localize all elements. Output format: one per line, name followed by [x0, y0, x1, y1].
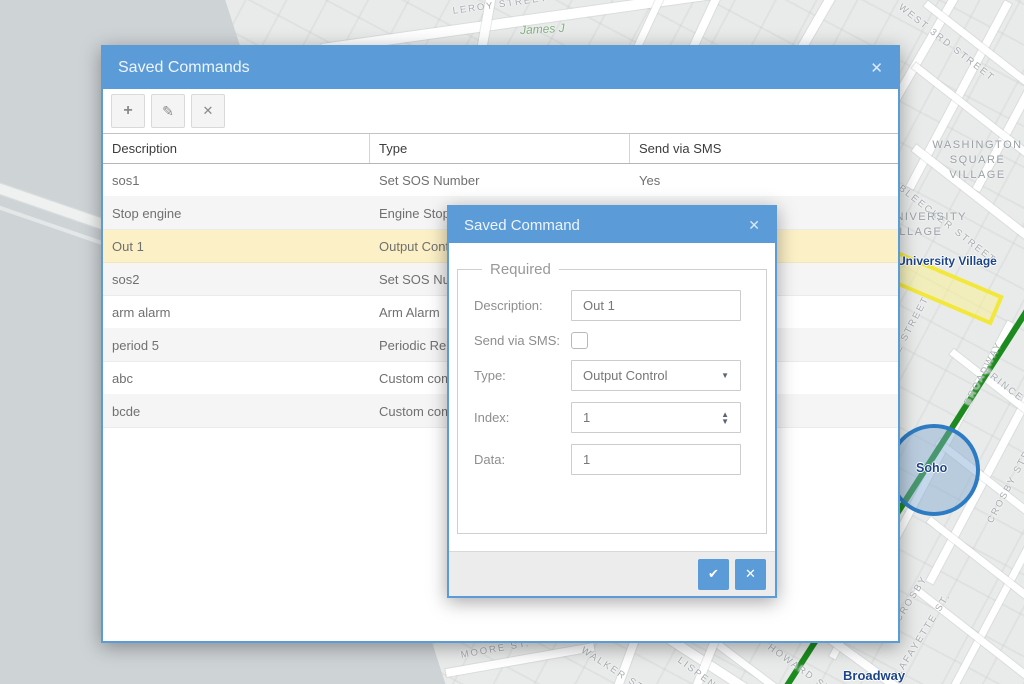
- chevron-down-icon: ▼: [721, 371, 729, 380]
- column-header-sms[interactable]: Send via SMS: [630, 134, 898, 163]
- cell-description: sos2: [103, 272, 370, 287]
- edit-command-button[interactable]: ✎: [151, 94, 185, 128]
- cell-description: arm alarm: [103, 305, 370, 320]
- place-label-university-village: University Village: [897, 254, 997, 268]
- pencil-icon: ✎: [162, 103, 174, 120]
- type-select[interactable]: Output Control ▼: [571, 360, 741, 391]
- close-icon: ✕: [745, 566, 756, 582]
- description-row: Description:: [474, 290, 750, 321]
- place-label-soho: Soho: [916, 461, 947, 475]
- cancel-button[interactable]: ✕: [735, 559, 766, 590]
- cell-type: Set SOS Number: [370, 173, 630, 188]
- close-icon[interactable]: ✕: [870, 59, 883, 77]
- column-header-description[interactable]: Description: [103, 134, 370, 163]
- confirm-button[interactable]: ✔: [698, 559, 729, 590]
- delete-icon: ✕: [203, 103, 214, 119]
- saved-commands-header[interactable]: Saved Commands ✕: [103, 47, 898, 89]
- area-label-washington-square-village: WASHINGTONSQUAREVILLAGE: [920, 138, 1024, 183]
- cell-description: Out 1: [103, 239, 370, 254]
- close-icon[interactable]: ✕: [748, 217, 760, 234]
- type-select-value: Output Control: [583, 368, 668, 383]
- cell-description: period 5: [103, 338, 370, 353]
- fieldset-legend: Required: [482, 261, 559, 278]
- send-via-sms-row: Send via SMS:: [474, 332, 750, 349]
- index-label: Index:: [474, 410, 571, 425]
- saved-command-footer: ✔ ✕: [449, 551, 775, 596]
- type-row: Type: Output Control ▼: [474, 360, 750, 391]
- cell-description: abc: [103, 371, 370, 386]
- index-stepper[interactable]: 1 ▲ ▼: [571, 402, 741, 433]
- type-label: Type:: [474, 368, 571, 383]
- plus-icon: +: [123, 102, 132, 120]
- index-value: 1: [583, 410, 590, 425]
- data-input[interactable]: [571, 444, 741, 475]
- check-icon: ✔: [708, 566, 719, 582]
- dialog-title: Saved Commands: [118, 59, 250, 77]
- table-row[interactable]: sos1 Set SOS Number Yes: [103, 164, 898, 197]
- saved-command-dialog: Saved Command ✕ Required Description: Se…: [447, 205, 777, 598]
- arrow-down-icon[interactable]: ▼: [721, 418, 729, 425]
- cell-sms: Yes: [630, 173, 898, 188]
- commands-toolbar: + ✎ ✕: [103, 89, 898, 133]
- required-fieldset: Required Description: Send via SMS: Type…: [457, 261, 767, 534]
- send-via-sms-label: Send via SMS:: [474, 333, 571, 348]
- place-label-broadway: Broadway: [843, 668, 905, 683]
- add-command-button[interactable]: +: [111, 94, 145, 128]
- index-row: Index: 1 ▲ ▼: [474, 402, 750, 433]
- park-label: James J: [520, 21, 565, 37]
- description-input[interactable]: [571, 290, 741, 321]
- delete-command-button[interactable]: ✕: [191, 94, 225, 128]
- column-header-type[interactable]: Type: [370, 134, 630, 163]
- cell-description: Stop engine: [103, 206, 370, 221]
- dialog-title: Saved Command: [464, 217, 580, 234]
- saved-command-header[interactable]: Saved Command ✕: [449, 207, 775, 243]
- stepper-arrows[interactable]: ▲ ▼: [721, 411, 729, 425]
- map-road: [914, 587, 1024, 684]
- description-label: Description:: [474, 298, 571, 313]
- table-header-row: Description Type Send via SMS: [103, 133, 898, 164]
- saved-command-body: Required Description: Send via SMS: Type…: [449, 243, 775, 534]
- cell-description: bcde: [103, 404, 370, 419]
- data-label: Data:: [474, 452, 571, 467]
- send-via-sms-checkbox[interactable]: [571, 332, 588, 349]
- data-row: Data:: [474, 444, 750, 475]
- cell-description: sos1: [103, 173, 370, 188]
